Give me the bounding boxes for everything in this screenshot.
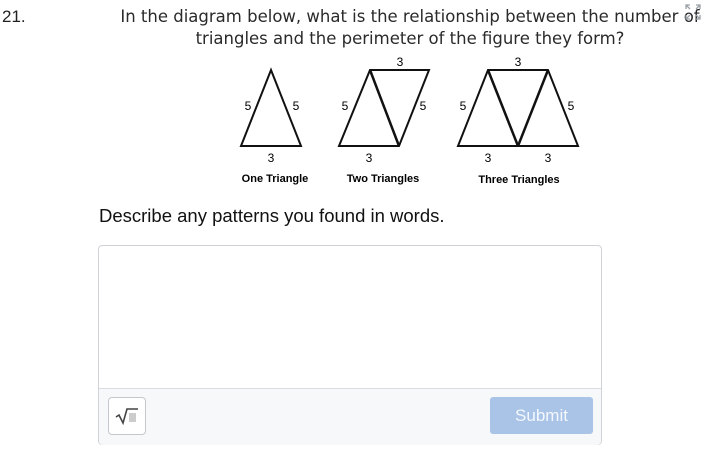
answer-input[interactable] [99,246,601,388]
submit-button[interactable]: Submit [490,397,593,434]
square-root-icon [115,408,138,425]
math-input-button[interactable] [108,397,146,435]
one-right-side: 5 [293,99,300,113]
two-triangles-figure: 3 5 5 3 Two Triangles [337,55,431,185]
three-bottom-right: 3 [545,151,552,165]
triangle-diagram: 5 5 3 One Triangle 3 5 5 3 Two Triangles… [228,52,588,197]
one-left-side: 5 [245,99,252,113]
three-top: 3 [515,55,522,69]
answer-toolbar: Submit [99,388,601,445]
answer-prompt: Describe any patterns you found in words… [99,205,445,226]
one-triangle-label: One Triangle [242,173,309,185]
two-left-side: 5 [342,99,349,113]
three-triangles-label: Three Triangles [478,174,559,186]
expand-arrows-icon[interactable] [684,3,702,21]
three-bottom-left: 3 [485,151,492,165]
three-right-side: 5 [568,99,575,113]
question-number: 21. [2,7,26,26]
question-text: In the diagram below, what is the relati… [120,7,700,48]
two-right-side: 5 [420,99,427,113]
one-bottom: 3 [268,151,275,165]
three-triangles-figure: 3 5 5 3 3 Three Triangles [456,55,580,186]
two-top: 3 [397,55,404,69]
answer-box: Submit [98,245,602,445]
two-triangles-label: Two Triangles [347,173,420,185]
three-left-side: 5 [460,99,467,113]
two-bottom: 3 [366,151,373,165]
one-triangle-figure: 5 5 3 One Triangle [239,67,309,185]
